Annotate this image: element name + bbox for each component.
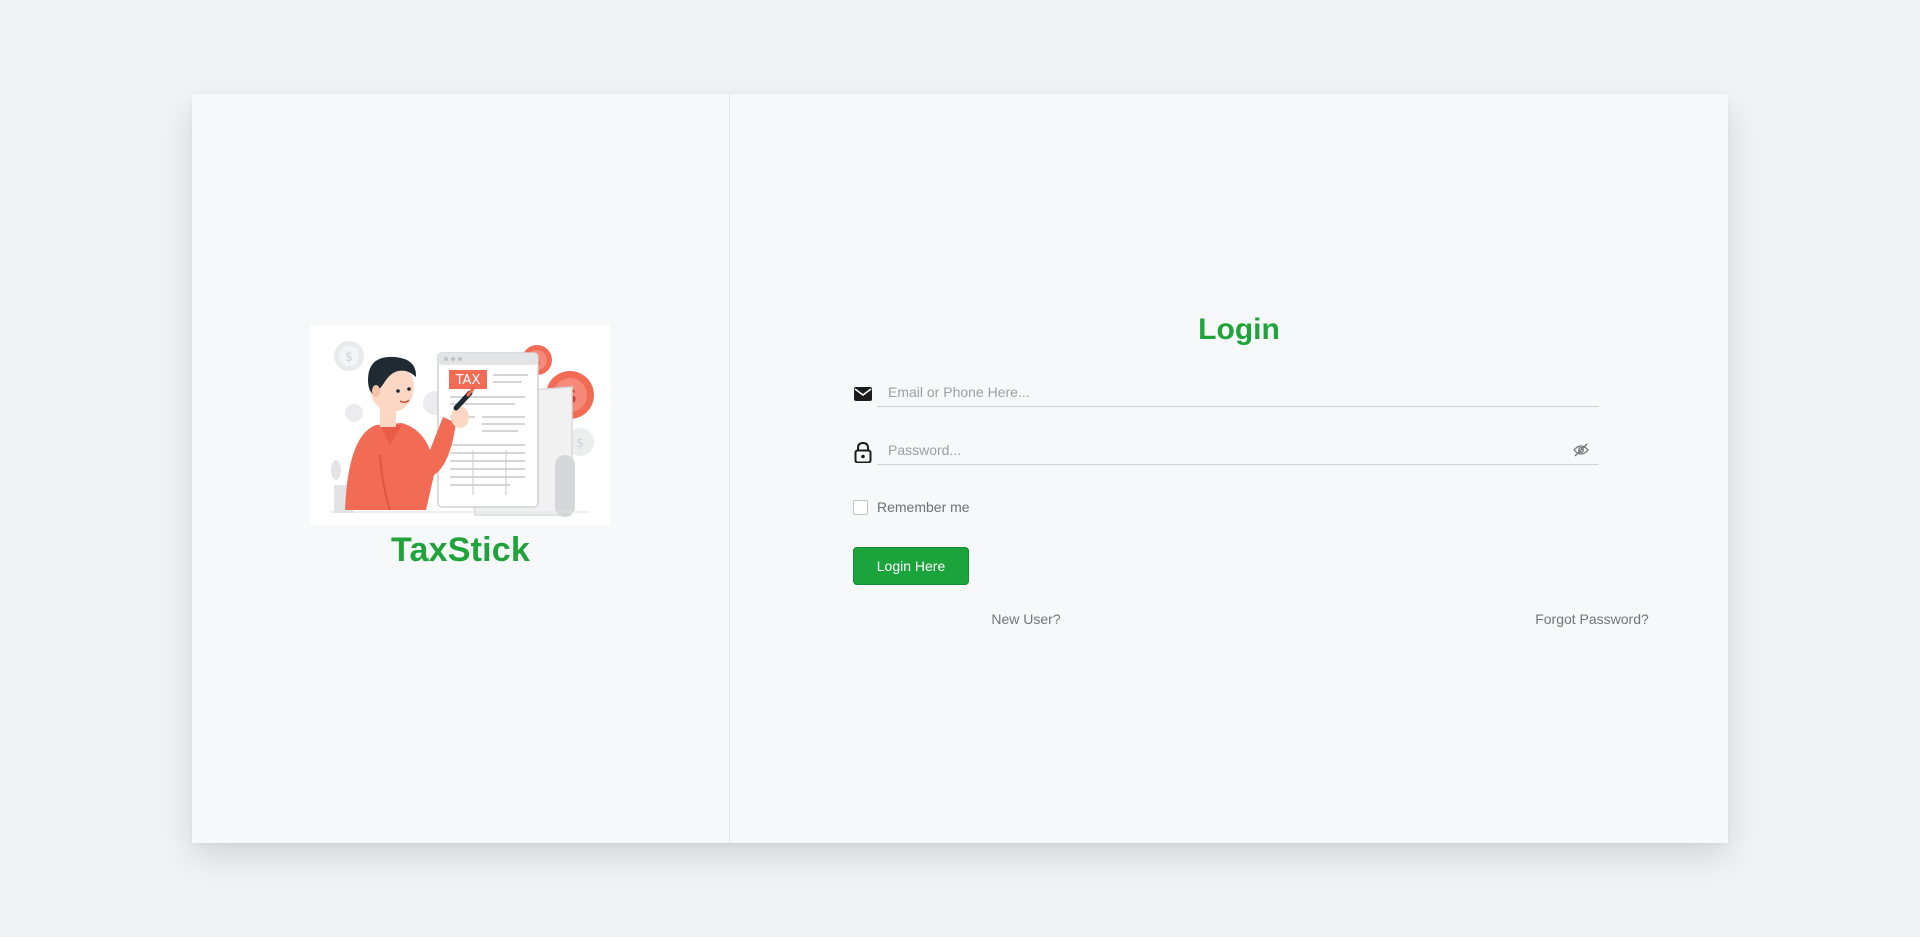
tax-document-illustration: $ $ $ $ xyxy=(330,341,594,517)
svg-text:$: $ xyxy=(345,350,353,365)
login-title: Login xyxy=(1198,313,1280,346)
lock-icon xyxy=(853,441,873,464)
tax-illustration: $ $ $ $ xyxy=(310,325,610,525)
remember-me-row: Remember me xyxy=(853,498,970,516)
eye-slash-icon[interactable] xyxy=(1573,443,1589,457)
password-input[interactable] xyxy=(877,435,1599,465)
envelope-icon xyxy=(853,383,873,405)
login-card: $ $ $ $ xyxy=(192,94,1728,843)
brand-name: TaxStick xyxy=(391,531,530,569)
svg-text:$: $ xyxy=(576,436,584,450)
new-user-link[interactable]: New User? xyxy=(730,611,1304,627)
svg-text:TAX: TAX xyxy=(455,373,481,388)
forgot-password-link[interactable]: Forgot Password? xyxy=(1304,611,1720,627)
remember-me-label: Remember me xyxy=(877,499,970,515)
remember-me-checkbox[interactable] xyxy=(853,499,868,515)
login-button[interactable]: Login Here xyxy=(853,547,969,585)
login-panel: Login Email or Phone Here... Remember me… xyxy=(730,94,1728,843)
brand-panel: $ $ $ $ xyxy=(192,94,730,843)
email-field-row xyxy=(853,377,1599,407)
email-input[interactable] xyxy=(877,377,1599,407)
password-field-row xyxy=(853,435,1599,465)
